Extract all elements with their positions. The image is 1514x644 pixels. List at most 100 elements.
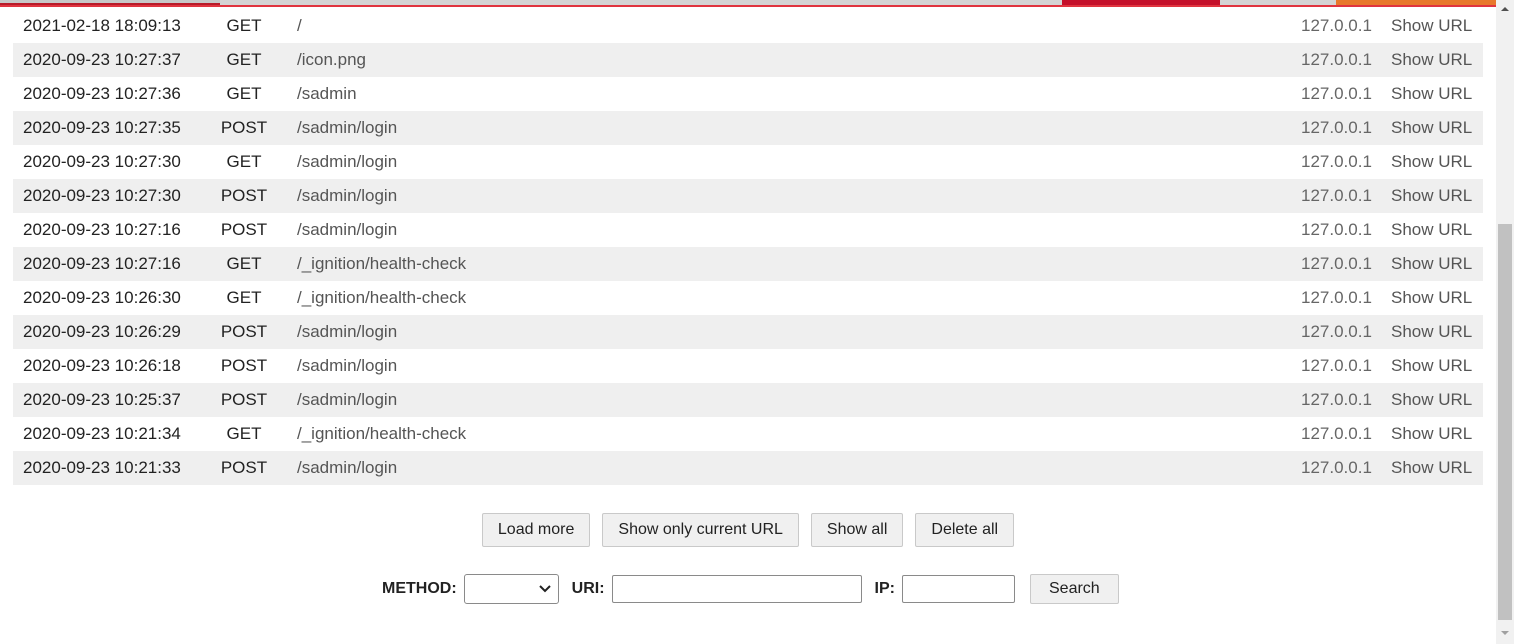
show-url-link[interactable]: Show URL: [1391, 9, 1483, 43]
method-label: METHOD:: [382, 580, 457, 597]
request-uri: /sadmin/login: [297, 152, 398, 171]
request-log-body: 2021-02-18 18:09:13 GET / 127.0.0.1 Show URL…: [13, 9, 1483, 485]
request-ip: 127.0.0.1: [1301, 458, 1372, 477]
request-time: 2020-09-23 10:27:16: [23, 220, 181, 239]
show-url-link[interactable]: Show URL: [1391, 77, 1483, 111]
request-method: GET: [226, 152, 262, 171]
request-log-table: 2021-02-18 18:09:13 GET / 127.0.0.1 Show URL…: [13, 9, 1483, 485]
request-time: 2020-09-23 10:26:18: [23, 356, 181, 375]
request-uri: /icon.png: [297, 50, 366, 69]
show-url-link[interactable]: Show URL: [1391, 145, 1483, 179]
search-button[interactable]: Search: [1030, 574, 1119, 604]
request-ip: 127.0.0.1: [1301, 356, 1372, 375]
request-ip: 127.0.0.1: [1301, 118, 1372, 137]
method-select[interactable]: [463, 574, 559, 604]
show-url-link[interactable]: Show URL: [1391, 179, 1483, 213]
request-time: 2020-09-23 10:27:30: [23, 186, 181, 205]
request-time: 2020-09-23 10:21:34: [23, 424, 181, 443]
request-method: GET: [226, 288, 262, 307]
table-row: 2020-09-23 10:27:30 GET/sadmin/login 127.0…: [13, 145, 1483, 179]
table-row: 2020-09-23 10:27:16 GET /_ignition/health-…: [13, 247, 1483, 281]
request-time: 2020-09-23 10:25:37: [23, 390, 181, 409]
ip-input[interactable]: [902, 575, 1015, 603]
table-row: 2020-09-23 10:27:35 POST/sadmin/login 127.…: [13, 111, 1483, 145]
request-uri: /: [297, 16, 302, 35]
table-row: 2020-09-23 10:26:18 POST/sadmin/login 127.…: [13, 349, 1483, 383]
show-url-link[interactable]: Show URL: [1391, 383, 1483, 417]
table-row: 2021-02-18 18:09:13 GET / 127.0.0.1 Show URL: [13, 9, 1483, 43]
request-method: GET: [226, 84, 262, 103]
request-ip: 127.0.0.1: [1301, 152, 1372, 171]
request-time: 2020-09-23 10:21:33: [23, 458, 181, 477]
top-bar-accent-line: [0, 5, 1496, 7]
request-time: 2020-09-23 10:27:30: [23, 152, 181, 171]
action-button-row: Load more Show only current URL Show all…: [0, 513, 1496, 547]
request-uri: /_ignition/health-check: [297, 254, 467, 273]
arrow-up-icon[interactable]: [1500, 4, 1510, 14]
show-url-link[interactable]: Show URL: [1391, 349, 1483, 383]
request-ip: 127.0.0.1: [1301, 288, 1372, 307]
table-row: 2020-09-23 10:21:33 POST/sadmin/login 127.…: [13, 451, 1483, 485]
show-all-button[interactable]: Show all: [810, 513, 904, 547]
request-time: 2020-09-23 10:26:30: [23, 288, 181, 307]
request-method: POST: [220, 458, 268, 477]
request-time: 2020-09-23 10:26:29: [23, 322, 181, 341]
request-ip: 127.0.0.1: [1301, 220, 1372, 239]
uri-input[interactable]: [611, 575, 862, 603]
show-url-link[interactable]: Show URL: [1391, 213, 1483, 247]
delete-all-button[interactable]: Delete all: [915, 513, 1015, 547]
request-time: 2020-09-23 10:27:35: [23, 118, 181, 137]
request-method: GET: [226, 254, 262, 273]
request-uri: /sadmin/login: [297, 458, 398, 477]
request-method: POST: [220, 322, 268, 341]
request-ip: 127.0.0.1: [1301, 16, 1372, 35]
scrollbar-thumb[interactable]: [1498, 224, 1512, 620]
table-row: 2020-09-23 10:25:37 POST/sadmin/login 127.…: [13, 383, 1483, 417]
request-ip: 127.0.0.1: [1301, 50, 1372, 69]
request-uri: /sadmin: [297, 84, 357, 103]
request-method: POST: [220, 356, 268, 375]
show-url-link[interactable]: Show URL: [1391, 281, 1483, 315]
request-ip: 127.0.0.1: [1301, 84, 1372, 103]
request-ip: 127.0.0.1: [1301, 322, 1372, 341]
request-uri: /_ignition/health-check: [297, 424, 467, 443]
request-ip: 127.0.0.1: [1301, 254, 1372, 273]
show-url-link[interactable]: Show URL: [1391, 315, 1483, 349]
vertical-scrollbar[interactable]: [1496, 0, 1514, 644]
request-uri: /sadmin/login: [297, 356, 398, 375]
request-time: 2020-09-23 10:27:36: [23, 84, 181, 103]
table-row: 2020-09-23 10:26:29 POST/sadmin/login 127.…: [13, 315, 1483, 349]
show-url-link[interactable]: Show URL: [1391, 43, 1483, 77]
show-url-link[interactable]: Show URL: [1391, 417, 1483, 451]
show-url-link[interactable]: Show URL: [1391, 247, 1483, 281]
request-uri: /sadmin/login: [297, 322, 398, 341]
table-row: 2020-09-23 10:21:34 GET /_ignition/health-…: [13, 417, 1483, 451]
show-only-current-url-button[interactable]: Show only current URL: [602, 513, 799, 547]
ip-label: IP:: [874, 580, 895, 597]
request-method: GET: [226, 50, 262, 69]
request-uri: /sadmin/login: [297, 390, 398, 409]
table-row: 2020-09-23 10:27:30 POST/sadmin/login 127.…: [13, 179, 1483, 213]
request-method: POST: [220, 186, 268, 205]
request-uri: /sadmin/login: [297, 118, 398, 137]
request-method: POST: [220, 390, 268, 409]
table-row: 2020-09-23 10:27:36 GET/sadmin 127.0.0.1 Sh…: [13, 77, 1483, 111]
request-ip: 127.0.0.1: [1301, 186, 1372, 205]
request-time: 2021-02-18 18:09:13: [23, 16, 181, 35]
request-ip: 127.0.0.1: [1301, 390, 1372, 409]
table-row: 2020-09-23 10:26:30 GET /_ignition/health-…: [13, 281, 1483, 315]
request-method: POST: [220, 220, 268, 239]
filter-form: METHOD: URI: IP: Search: [382, 574, 1119, 604]
table-row: 2020-09-23 10:27:37 GET/icon.png 127.0.0.1…: [13, 43, 1483, 77]
request-time: 2020-09-23 10:27:16: [23, 254, 181, 273]
top-color-bar: [0, 0, 1496, 8]
request-uri: /sadmin/login: [297, 220, 398, 239]
load-more-button[interactable]: Load more: [481, 513, 591, 547]
show-url-link[interactable]: Show URL: [1391, 451, 1483, 485]
arrow-down-icon[interactable]: [1500, 628, 1510, 638]
chevron-down-icon: [538, 585, 551, 593]
show-url-link[interactable]: Show URL: [1391, 111, 1483, 145]
uri-label: URI:: [571, 580, 605, 597]
request-ip: 127.0.0.1: [1301, 424, 1372, 443]
request-method: GET: [226, 424, 262, 443]
